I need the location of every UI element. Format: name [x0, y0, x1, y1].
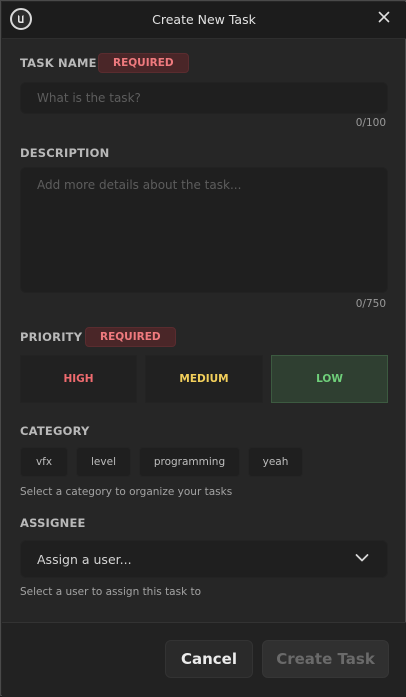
priority-high-label: HIGH — [63, 373, 94, 385]
chip-label: programming — [153, 456, 226, 468]
description-placeholder: Add more details about the task... — [37, 178, 242, 192]
priority-label: PRIORITY — [20, 330, 83, 344]
description-counter: 0/750 — [355, 298, 386, 310]
category-label: CATEGORY — [20, 424, 90, 438]
close-button[interactable] — [372, 5, 396, 29]
assignee-label: ASSIGNEE — [20, 516, 86, 530]
task-name-placeholder: What is the task? — [37, 91, 141, 105]
description-label: DESCRIPTION — [20, 146, 110, 160]
category-chip-vfx[interactable]: vfx — [20, 447, 68, 477]
title-bar: Create New Task — [2, 2, 406, 39]
assignee-hint: Select a user to assign this task to — [20, 586, 202, 598]
assignee-value: Assign a user... — [37, 552, 132, 567]
category-chip-level[interactable]: level — [76, 447, 131, 477]
create-task-dialog: Create New Task TASK NAME REQUIRED What … — [0, 0, 406, 697]
assignee-select[interactable]: Assign a user... — [20, 540, 388, 578]
priority-medium-button[interactable]: MEDIUM — [145, 355, 263, 403]
required-badge: REQUIRED — [85, 327, 176, 347]
required-badge: REQUIRED — [98, 53, 189, 73]
close-icon — [378, 11, 390, 23]
category-chip-programming[interactable]: programming — [139, 447, 240, 477]
description-textarea[interactable]: Add more details about the task... — [20, 167, 388, 293]
dialog-footer: Cancel Create Task — [2, 622, 406, 697]
cancel-button[interactable]: Cancel — [165, 640, 253, 678]
create-task-button[interactable]: Create Task — [262, 640, 389, 678]
priority-low-label: LOW — [316, 373, 343, 385]
chip-label: vfx — [35, 456, 53, 468]
chip-label: yeah — [262, 456, 289, 468]
task-name-input[interactable]: What is the task? — [20, 82, 388, 114]
priority-medium-label: MEDIUM — [179, 373, 229, 385]
category-chip-yeah[interactable]: yeah — [248, 447, 303, 477]
task-name-label: TASK NAME — [20, 56, 97, 70]
task-name-counter: 0/100 — [355, 117, 386, 129]
chevron-down-icon — [355, 554, 369, 562]
chip-label: level — [91, 456, 116, 468]
priority-high-button[interactable]: HIGH — [20, 355, 137, 403]
category-hint: Select a category to organize your tasks — [20, 486, 233, 498]
priority-low-button[interactable]: LOW — [271, 355, 388, 403]
dialog-title: Create New Task — [152, 12, 256, 27]
